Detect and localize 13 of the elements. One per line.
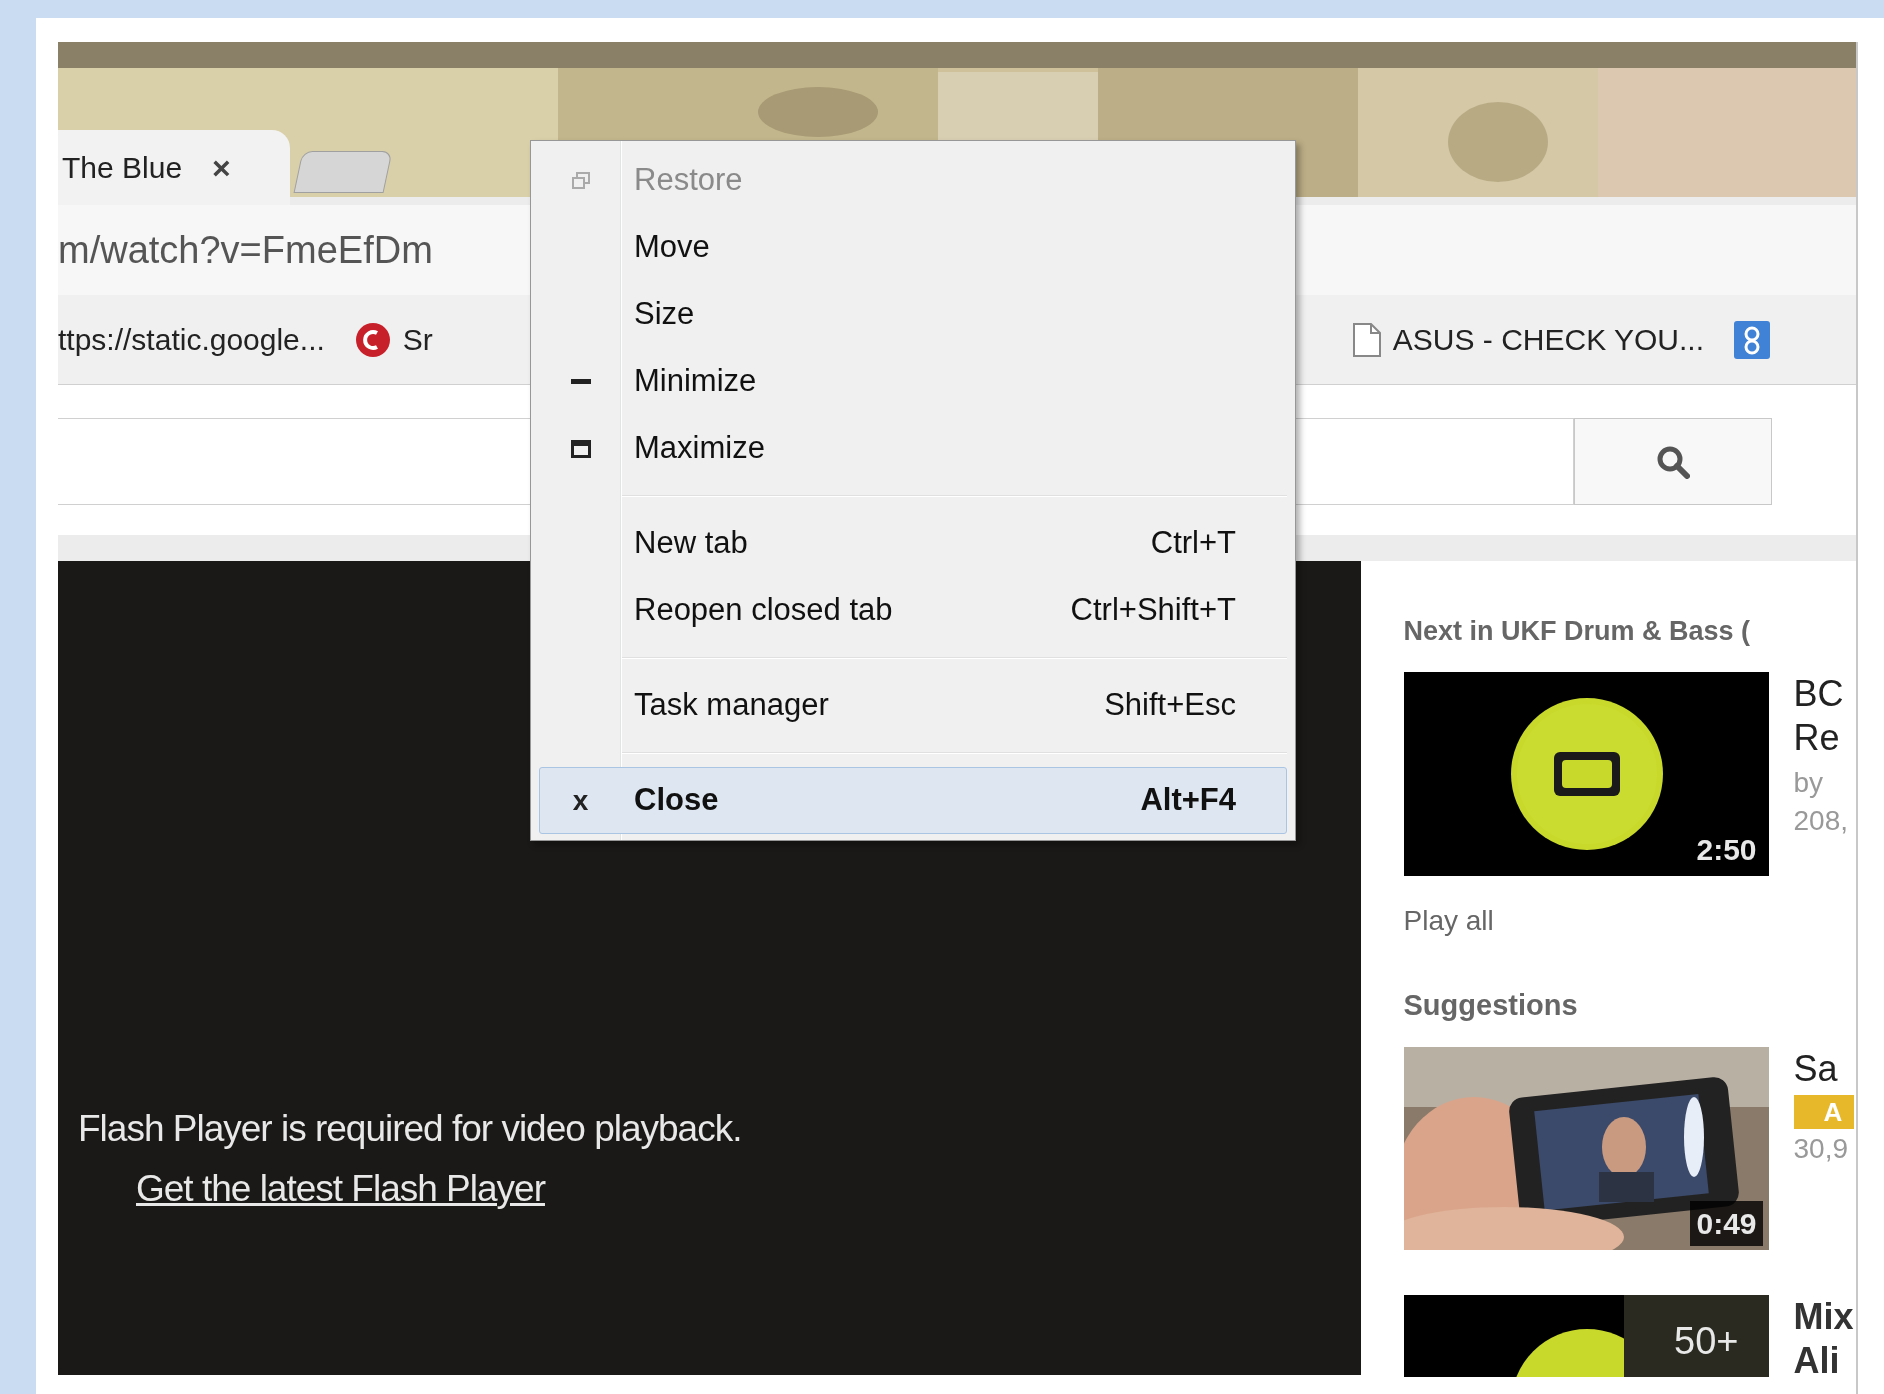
video-meta: by — [1793, 765, 1825, 800]
flash-message: Flash Player is required for video playback. — [77, 1107, 743, 1151]
video-meta: 30,9 — [1793, 1132, 1849, 1166]
bookmark-label: ASUS - CHECK YOU... — [1392, 322, 1704, 358]
section-heading: Next in UKF Drum & Bass ( — [1403, 615, 1752, 648]
bookmark-label: Sr — [402, 322, 433, 358]
duration-label: 0:49 — [1690, 1201, 1763, 1246]
section-heading: Suggestions — [1403, 987, 1578, 1023]
video-meta: 208, — [1793, 803, 1849, 838]
tab-title: The Blue — [62, 150, 183, 186]
video-count: 50+ — [1674, 1319, 1739, 1364]
close-icon: x — [572, 779, 589, 822]
ad-badge: A — [1793, 1095, 1854, 1129]
